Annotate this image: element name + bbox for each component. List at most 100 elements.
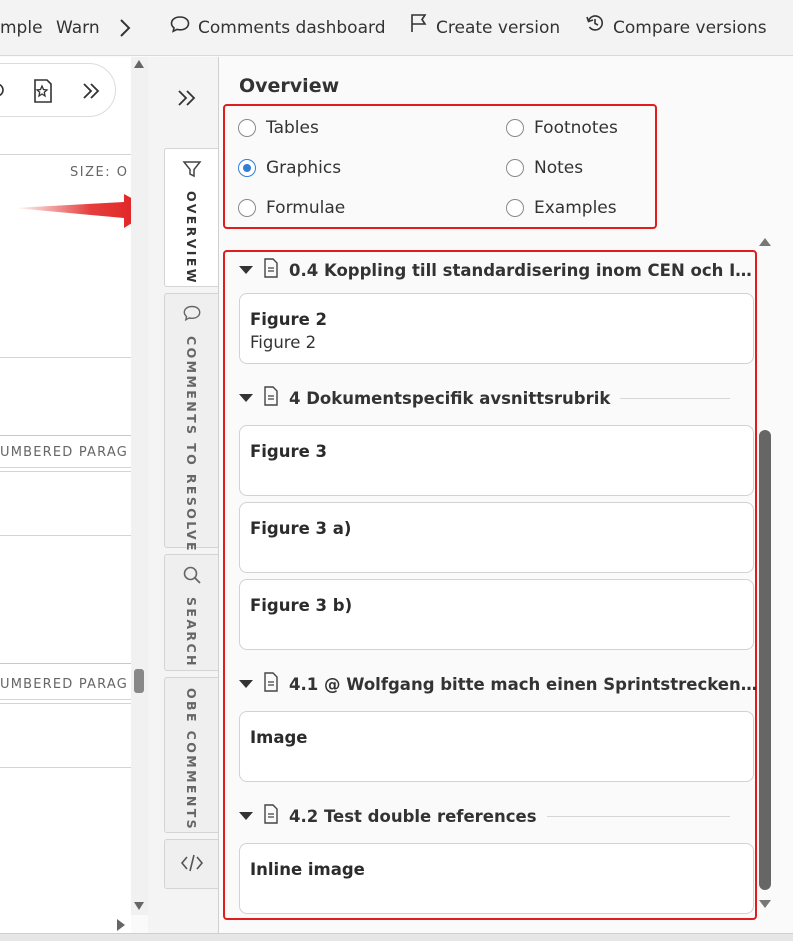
speech-bubble-icon [182,304,202,328]
red-arrow-annotation [14,192,131,240]
collapse-caret-icon[interactable] [239,812,253,820]
bookmark-star-icon[interactable] [31,78,55,108]
scroll-up-arrow-icon[interactable] [133,59,145,69]
divider [0,435,131,436]
radio-circle [238,119,256,137]
create-version-button[interactable]: Create version [410,0,560,56]
result-title: Inline image [250,860,365,879]
status-bar [0,933,793,941]
section-title: 4 Dokumentspecifik avsnittsrubrik [289,388,611,408]
filter-radio-examples[interactable]: Examples [506,198,617,218]
tab-obe-comments[interactable]: OBE COMMENTS [164,677,218,833]
speech-bubble-icon [170,0,190,56]
result-title: Image [250,728,308,747]
divider [0,471,131,472]
divider [0,663,131,664]
result-title: Figure 3 a) [250,519,352,538]
partial-circle-icon[interactable] [0,77,7,107]
collapse-caret-icon[interactable] [239,680,253,688]
result-title: Figure 3 b) [250,596,353,615]
overview-panel: Overview Tables Footnotes Graphics Notes… [218,57,793,933]
document-icon [263,672,279,696]
section-title: 4.2 Test double references [289,806,537,826]
flag-icon [410,0,428,56]
paragraph-type-label: UMBERED PARAG [0,677,128,692]
double-chevron-right-icon[interactable] [81,81,101,105]
tab-overview[interactable]: OVERVIEW [164,148,218,287]
result-title: Figure 3 [250,442,328,461]
filter-radio-formulae[interactable]: Formulae [238,198,345,218]
search-icon [182,565,202,589]
radio-circle [238,199,256,217]
section-header[interactable]: 4.2 Test double references [239,801,730,831]
radio-circle [506,199,524,217]
result-card[interactable]: Figure 3 a) [239,502,754,573]
scroll-up-arrow-icon[interactable] [758,236,772,248]
scrollbar-thumb[interactable] [134,669,144,693]
divider [0,154,131,155]
create-version-label: Create version [436,18,561,38]
toolbar-overflow-clip: mple Warn [0,0,104,56]
filter-radio-footnotes[interactable]: Footnotes [506,118,618,138]
tab-search[interactable]: SEARCH [164,554,218,671]
toolbar-item-warnings[interactable]: Warn [56,0,100,56]
divider [0,357,131,358]
tab-comments-to-resolve-label: COMMENTS TO RESOLVE [184,336,199,553]
graphics-result-list: 0.4 Koppling till standardisering inom C… [223,253,756,917]
scroll-down-arrow-icon[interactable] [133,901,145,911]
section-header[interactable]: 4.1 @ Wolfgang bitte mach einen Sprintst… [239,669,756,699]
paragraph-type-label: UMBERED PARAG [0,445,128,460]
result-card[interactable]: Image [239,711,754,782]
scrollbar-thumb[interactable] [759,430,771,890]
tab-overview-label: OVERVIEW [184,191,199,285]
filter-radio-tables[interactable]: Tables [238,118,319,138]
compare-versions-label: Compare versions [613,18,767,38]
top-toolbar: mple Warn Comments dashboard Create vers… [0,0,793,56]
section-header[interactable]: 0.4 Koppling till standardisering inom C… [239,255,752,285]
tab-code[interactable] [164,839,218,889]
double-chevron-right-icon [178,90,196,106]
collapse-panel-button[interactable] [176,87,198,113]
result-card[interactable]: Figure 3 [239,425,754,496]
filter-radio-graphics[interactable]: Graphics [238,158,341,178]
history-icon [585,0,605,56]
result-card[interactable]: Inline image [239,843,754,914]
result-card[interactable]: Figure 2 Figure 2 [239,293,754,364]
collapse-caret-icon[interactable] [239,266,253,274]
divider [620,397,730,399]
side-tab-column: OVERVIEW COMMENTS TO RESOLVE SEARCH OBE … [162,57,218,933]
divider [0,535,131,536]
radio-circle [506,119,524,137]
divider [0,703,131,704]
document-toolbar-pill [0,63,116,117]
results-scrollbar[interactable] [757,236,773,912]
panel-title: Overview [239,75,340,97]
document-scrollbar[interactable] [131,57,148,915]
section-title: 0.4 Koppling till standardisering inom C… [289,260,752,280]
spacer [148,57,162,933]
size-label: SIZE: O [70,165,129,180]
tab-search-label: SEARCH [184,597,199,668]
collapse-caret-icon[interactable] [239,394,253,402]
result-card[interactable]: Figure 3 b) [239,579,754,650]
code-icon [180,853,204,877]
tab-comments-to-resolve[interactable]: COMMENTS TO RESOLVE [164,293,218,553]
divider [0,467,131,468]
section-header[interactable]: 4 Dokumentspecifik avsnittsrubrik [239,383,730,413]
divider [546,815,730,817]
scroll-down-arrow-icon[interactable] [758,898,772,910]
result-subtitle: Figure 2 [250,333,317,352]
scroll-right-arrow-icon[interactable] [116,917,126,933]
comments-dashboard-button[interactable]: Comments dashboard [170,0,385,56]
toolbar-more-chevron-icon[interactable] [118,0,132,56]
compare-versions-button[interactable]: Compare versions [585,0,767,56]
radio-circle [506,159,524,177]
document-icon [263,258,279,282]
filter-radio-notes[interactable]: Notes [506,158,583,178]
document-pane: SIZE: O UMBERED PARAG UMBERED PARAG [0,57,131,933]
result-title: Figure 2 [250,310,328,329]
section-title: 4.1 @ Wolfgang bitte mach einen Sprintst… [289,674,756,694]
toolbar-item-example[interactable]: mple [0,0,43,56]
divider [0,767,131,768]
radio-circle-selected [238,159,256,177]
